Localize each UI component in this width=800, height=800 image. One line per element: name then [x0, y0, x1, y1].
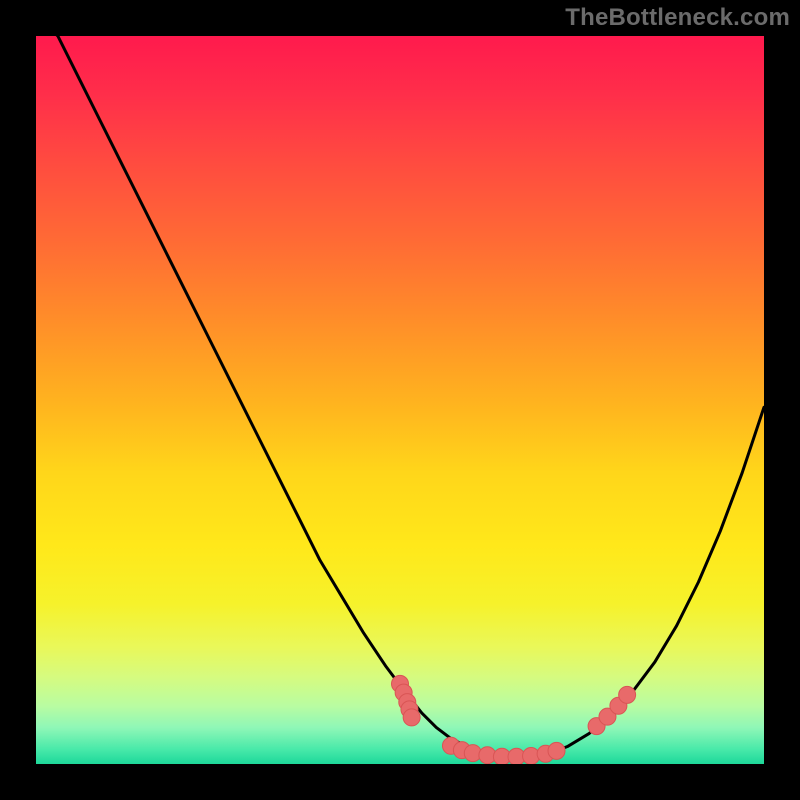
watermark-text: TheBottleneck.com: [565, 4, 790, 32]
bottleneck-curve: [36, 36, 764, 757]
chart-point: [403, 709, 420, 726]
chart-point: [619, 686, 636, 703]
chart-svg: [36, 36, 764, 764]
chart-point: [548, 742, 565, 759]
chart-plot-area: [36, 36, 764, 764]
